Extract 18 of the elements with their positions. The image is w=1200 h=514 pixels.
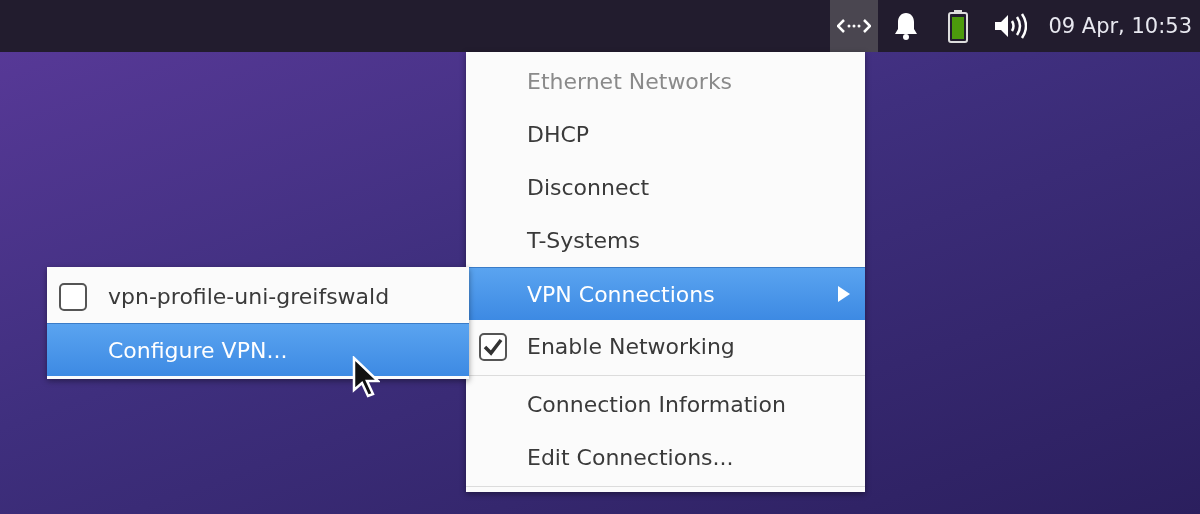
menu-item[interactable]: DHCP xyxy=(466,108,865,161)
menu-item[interactable]: vpn-profile-uni-greifswald xyxy=(47,270,469,323)
check-icon xyxy=(483,337,503,356)
clock[interactable]: 09 Apr, 10:53 xyxy=(1048,14,1192,38)
submenu-arrow-icon xyxy=(837,285,851,303)
bell-icon xyxy=(893,11,920,41)
menu-item[interactable]: Connection Information xyxy=(466,378,865,431)
menu-item[interactable]: T-Systems xyxy=(466,214,865,267)
checkbox[interactable] xyxy=(59,282,87,311)
network-icon xyxy=(837,18,872,34)
menu-item[interactable]: Disconnect xyxy=(466,161,865,214)
volume-icon xyxy=(993,12,1028,40)
menu-header: Ethernet Networks xyxy=(526,68,734,96)
checkbox[interactable] xyxy=(479,332,507,361)
menu-item[interactable]: Edit Connections... xyxy=(466,431,865,484)
battery-icon xyxy=(947,9,970,43)
tray-button[interactable] xyxy=(830,0,879,52)
menu-item[interactable]: Enable Networking xyxy=(466,320,865,373)
